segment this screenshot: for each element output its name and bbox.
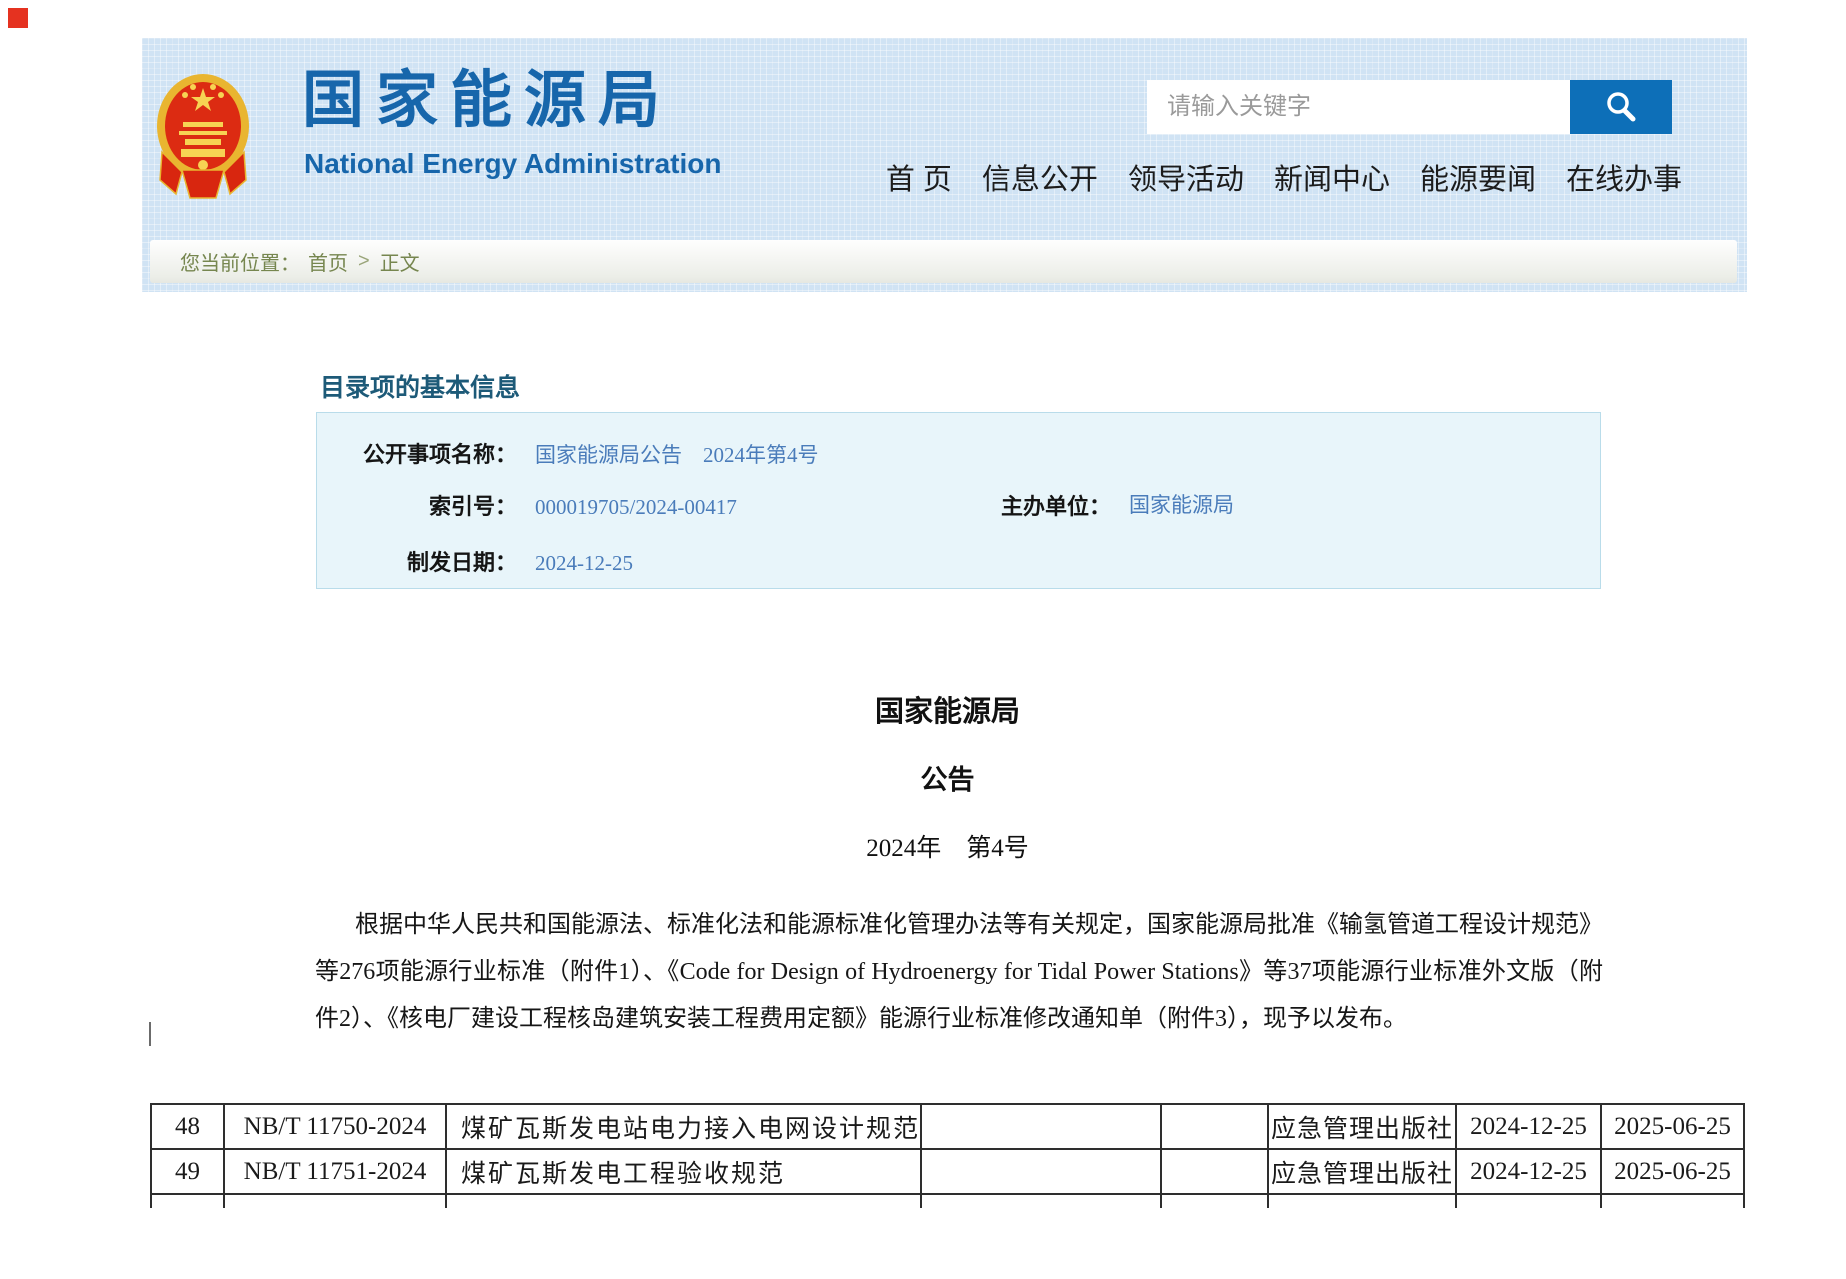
cell-publisher: 应急管理出版社 <box>1267 1150 1455 1193</box>
cell-cut <box>1160 1195 1267 1208</box>
nav-item-home[interactable]: 首 页 <box>886 156 952 198</box>
national-emblem-logo[interactable] <box>156 72 250 204</box>
nav-item-energy-news[interactable]: 能源要闻 <box>1420 156 1536 198</box>
cell-standard-name: 煤矿瓦斯发电站电力接入电网设计规范 <box>445 1105 920 1148</box>
breadcrumb-home-link[interactable]: 首页 <box>308 247 348 276</box>
nav-item-online-services[interactable]: 在线办事 <box>1566 156 1682 198</box>
cell-cut <box>445 1195 920 1208</box>
document-title: 国家能源局 <box>150 688 1745 730</box>
search-button[interactable] <box>1570 80 1672 134</box>
site-title-en: National Energy Administration <box>304 150 721 178</box>
nav-item-leader-activities[interactable]: 领导活动 <box>1128 156 1244 198</box>
field-value-index-no: 000019705/2024-00417 <box>535 495 737 520</box>
field-label-host-org: 主办单位： <box>1001 489 1111 521</box>
cell-publisher: 应急管理出版社 <box>1267 1105 1455 1148</box>
nav-item-info-disclosure[interactable]: 信息公开 <box>982 156 1098 198</box>
breadcrumb-prefix: 您当前位置： <box>180 247 300 276</box>
cell-cut <box>223 1195 445 1208</box>
catalog-info-box: 公开事项名称： 国家能源局公告 2024年第4号 索引号： 000019705/… <box>316 412 1601 589</box>
cell-impl-date: 2025-06-25 <box>1600 1105 1745 1148</box>
field-value-host-org: 国家能源局 <box>1129 489 1234 519</box>
cell-cut <box>1600 1195 1745 1208</box>
breadcrumb-separator: > <box>358 250 370 273</box>
cell-serial-no: 49 <box>150 1150 223 1193</box>
table-row: 48 NB/T 11750-2024 煤矿瓦斯发电站电力接入电网设计规范 应急管… <box>150 1105 1745 1150</box>
nav-item-news-center[interactable]: 新闻中心 <box>1274 156 1390 198</box>
search-icon <box>1603 89 1639 125</box>
cell-standard-code: NB/T 11750-2024 <box>223 1105 445 1148</box>
field-label-issue-date: 制发日期： <box>317 545 517 577</box>
cell-cut <box>920 1195 1160 1208</box>
main-nav: 首 页 信息公开 领导活动 新闻中心 能源要闻 在线办事 <box>886 156 1682 198</box>
document-body: 根据中华人民共和国能源法、标准化法和能源标准化管理办法等有关规定，国家能源局批准… <box>315 902 1603 1043</box>
page: 国家能源局 National Energy Administration 首 页… <box>0 0 1846 1279</box>
cell-adoption <box>1160 1105 1267 1148</box>
table-row-cut <box>150 1195 1745 1208</box>
cell-standard-name: 煤矿瓦斯发电工程验收规范 <box>445 1150 920 1193</box>
field-value-item-name: 国家能源局公告 2024年第4号 <box>535 439 819 469</box>
cell-issue-date: 2024-12-25 <box>1455 1105 1600 1148</box>
search-input[interactable] <box>1147 80 1570 134</box>
cell-impl-date: 2025-06-25 <box>1600 1150 1745 1193</box>
field-label-item-name: 公开事项名称： <box>317 437 517 469</box>
screen-corner-marker <box>8 8 28 28</box>
table-row: 49 NB/T 11751-2024 煤矿瓦斯发电工程验收规范 应急管理出版社 … <box>150 1150 1745 1195</box>
cell-issue-date: 2024-12-25 <box>1455 1150 1600 1193</box>
cell-serial-no: 48 <box>150 1105 223 1148</box>
standards-table: 48 NB/T 11750-2024 煤矿瓦斯发电站电力接入电网设计规范 应急管… <box>150 1103 1745 1208</box>
table-cut-stub <box>149 1022 151 1046</box>
cell-replaced-standard <box>920 1150 1160 1193</box>
document-number: 2024年 第4号 <box>150 828 1745 864</box>
breadcrumb: 您当前位置： 首页 > 正文 <box>150 240 1737 283</box>
cell-cut <box>1455 1195 1600 1208</box>
field-value-issue-date: 2024-12-25 <box>535 551 633 576</box>
document-subtitle: 公告 <box>150 758 1745 797</box>
site-title-zh: 国家能源局 <box>302 70 672 132</box>
cell-cut <box>150 1195 223 1208</box>
field-label-index-no: 索引号： <box>317 489 517 521</box>
catalog-heading: 目录项的基本信息 <box>320 368 520 404</box>
breadcrumb-current[interactable]: 正文 <box>380 247 420 276</box>
cell-replaced-standard <box>920 1105 1160 1148</box>
cell-cut <box>1267 1195 1455 1208</box>
national-emblem-icon <box>156 72 250 204</box>
site-header: 国家能源局 National Energy Administration 首 页… <box>142 38 1747 292</box>
cell-standard-code: NB/T 11751-2024 <box>223 1150 445 1193</box>
cell-adoption <box>1160 1150 1267 1193</box>
